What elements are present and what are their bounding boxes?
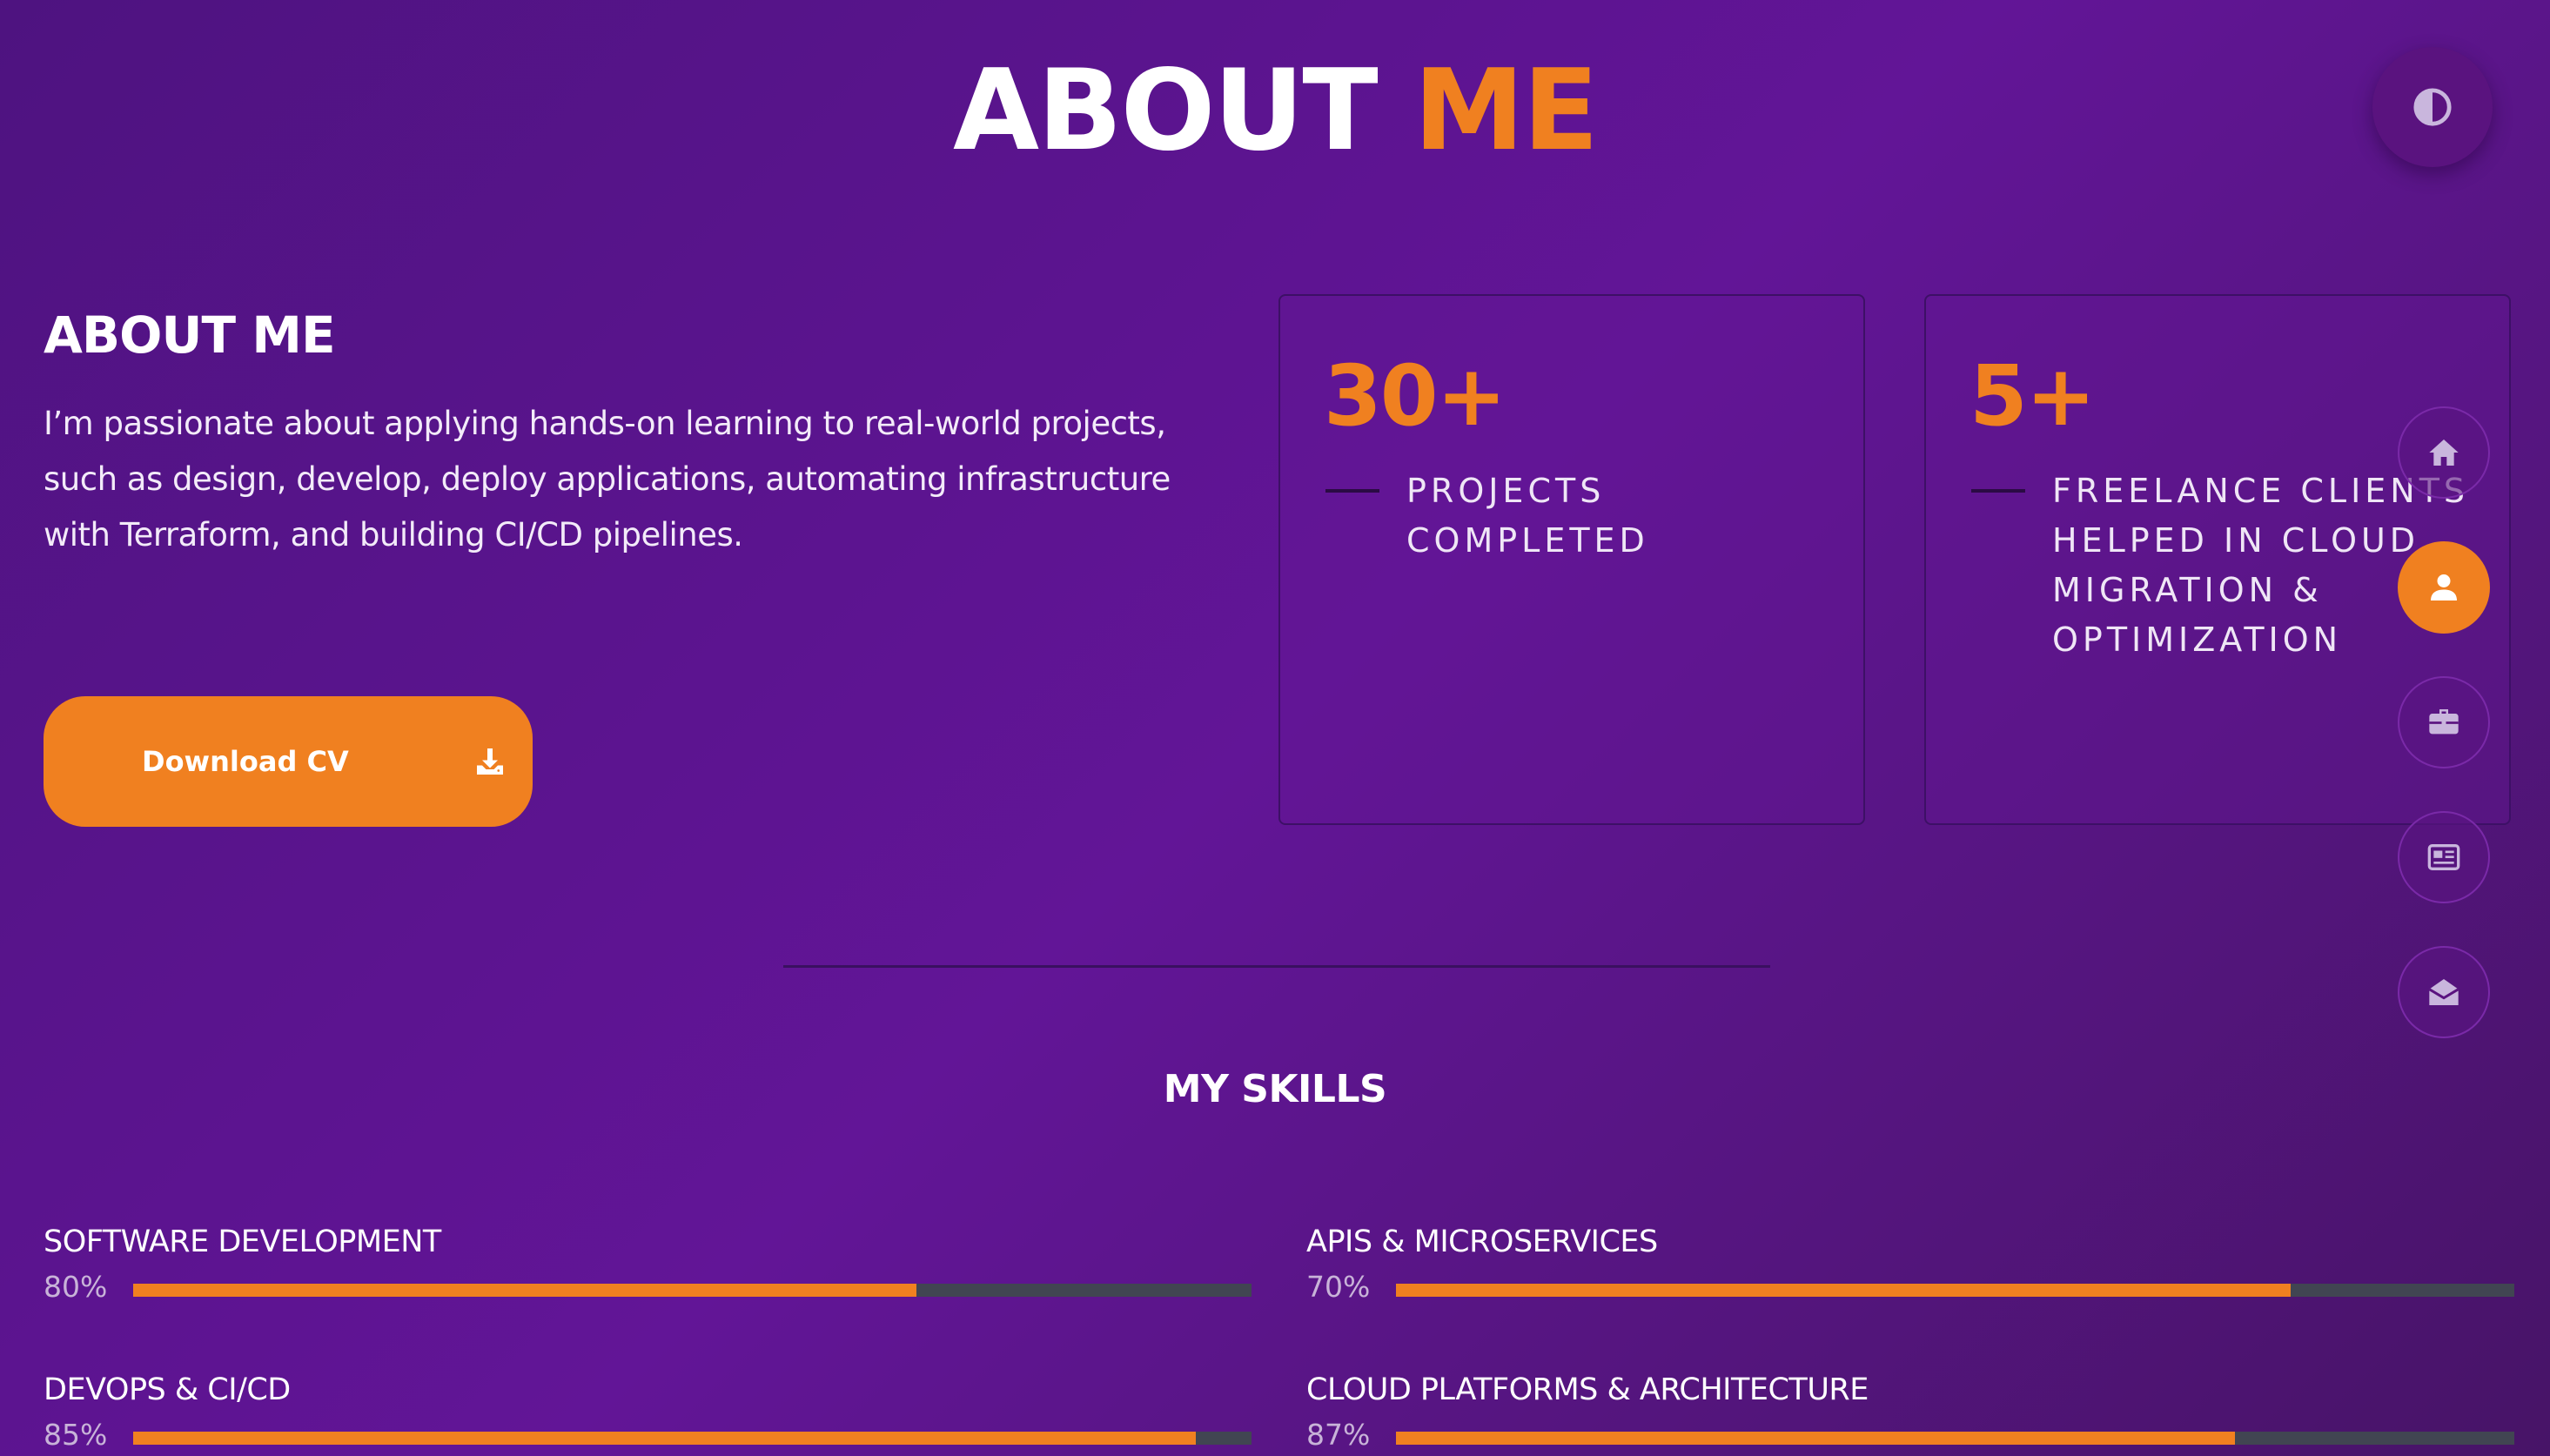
stat-label: PROJECTS COMPLETED xyxy=(1406,472,1649,560)
skill-percent: 85% xyxy=(44,1418,108,1452)
stat-number: 30+ xyxy=(1324,347,1507,445)
download-cv-button[interactable]: Download CV xyxy=(44,696,533,827)
nav-contact-button[interactable] xyxy=(2398,946,2490,1038)
skill-progress-fill xyxy=(1396,1432,2235,1445)
theme-toggle-button[interactable] xyxy=(2372,47,2493,167)
home-icon xyxy=(2429,439,2459,466)
nav-blog-button[interactable] xyxy=(2398,811,2490,903)
skill-progress-fill xyxy=(133,1284,916,1297)
about-heading: ABOUT ME xyxy=(44,305,336,365)
download-cv-label: Download CV xyxy=(142,745,349,778)
skill-progress-track xyxy=(133,1432,1252,1445)
page-title-accent: ME xyxy=(1413,46,1599,176)
skill-percent: 70% xyxy=(1306,1270,1371,1304)
skill-progress-track xyxy=(133,1284,1252,1297)
stat-dash xyxy=(1971,489,2025,493)
page-title: ABOUT ME xyxy=(0,50,2550,172)
stat-dash xyxy=(1325,489,1379,493)
skill-item: DEVOPS & CI/CD 85% xyxy=(44,1371,1252,1452)
download-icon xyxy=(477,748,503,775)
skill-progress-fill xyxy=(133,1432,1196,1445)
skill-percent: 80% xyxy=(44,1270,108,1304)
about-description: I’m passionate about applying hands-on l… xyxy=(44,405,1171,554)
skill-name: APIS & MICROSERVICES xyxy=(1306,1225,1658,1259)
skill-progress-track xyxy=(1396,1432,2514,1445)
nav-portfolio-button[interactable] xyxy=(2398,676,2490,768)
skill-name: CLOUD PLATFORMS & ARCHITECTURE xyxy=(1306,1372,1869,1407)
stat-number: 5+ xyxy=(1970,347,2096,445)
skills-heading: MY SKILLS xyxy=(1163,1067,1387,1111)
section-divider xyxy=(783,965,1770,968)
newspaper-icon xyxy=(2427,844,2460,870)
contrast-icon xyxy=(2413,88,2452,126)
skill-progress-track xyxy=(1396,1284,2514,1297)
user-icon xyxy=(2431,574,2457,601)
about-section: ABOUT ME I’m passionate about applying h… xyxy=(44,300,1192,563)
skill-item: SOFTWARE DEVELOPMENT 80% xyxy=(44,1223,1252,1304)
briefcase-icon xyxy=(2429,709,2459,735)
envelope-open-icon xyxy=(2428,979,2459,1005)
skill-item: APIS & MICROSERVICES 70% xyxy=(1306,1223,2514,1304)
skill-progress-fill xyxy=(1396,1284,2291,1297)
skill-percent: 87% xyxy=(1306,1418,1371,1452)
skill-name: SOFTWARE DEVELOPMENT xyxy=(44,1225,441,1259)
stat-card-projects: 30+ PROJECTS COMPLETED xyxy=(1278,294,1865,825)
skill-name: DEVOPS & CI/CD xyxy=(44,1372,291,1407)
nav-about-button[interactable] xyxy=(2398,541,2490,634)
skill-item: CLOUD PLATFORMS & ARCHITECTURE 87% xyxy=(1306,1371,2514,1452)
page-title-main: ABOUT xyxy=(952,46,1379,176)
nav-home-button[interactable] xyxy=(2398,406,2490,499)
